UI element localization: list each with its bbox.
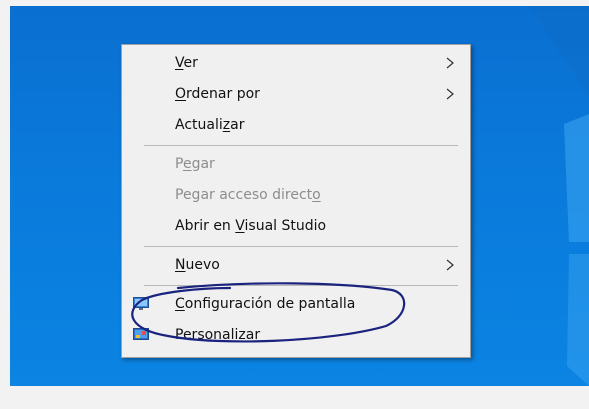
desktop-context-menu: Ver Ordenar por Actualizar Pegar Pegar a… [121,44,471,358]
menu-item-refresh[interactable]: Actualizar [122,111,470,139]
menu-item-paste-shortcut: Pegar acceso directo [175,187,321,203]
menu-item-view[interactable]: Ver [122,49,470,77]
chevron-right-icon [446,88,454,100]
display-settings-icon [133,297,149,310]
menu-separator [144,145,458,146]
menu-item-new[interactable]: Nuevo [122,251,470,279]
personalize-icon [133,328,149,340]
menu-item-display-settings[interactable]: Configuración de pantalla [122,290,470,318]
bottom-margin [0,386,589,409]
windows-logo-light [529,6,589,386]
chevron-right-icon [446,57,454,69]
menu-separator [144,285,458,286]
menu-item-open-visual-studio[interactable]: Abrir en Visual Studio [122,212,470,240]
menu-separator [144,246,458,247]
menu-item-personalize[interactable]: Personalizar [122,321,470,349]
menu-item-sort-by[interactable]: Ordenar por [122,80,470,108]
chevron-right-icon [446,259,454,271]
menu-item-paste: Pegar [175,156,215,172]
